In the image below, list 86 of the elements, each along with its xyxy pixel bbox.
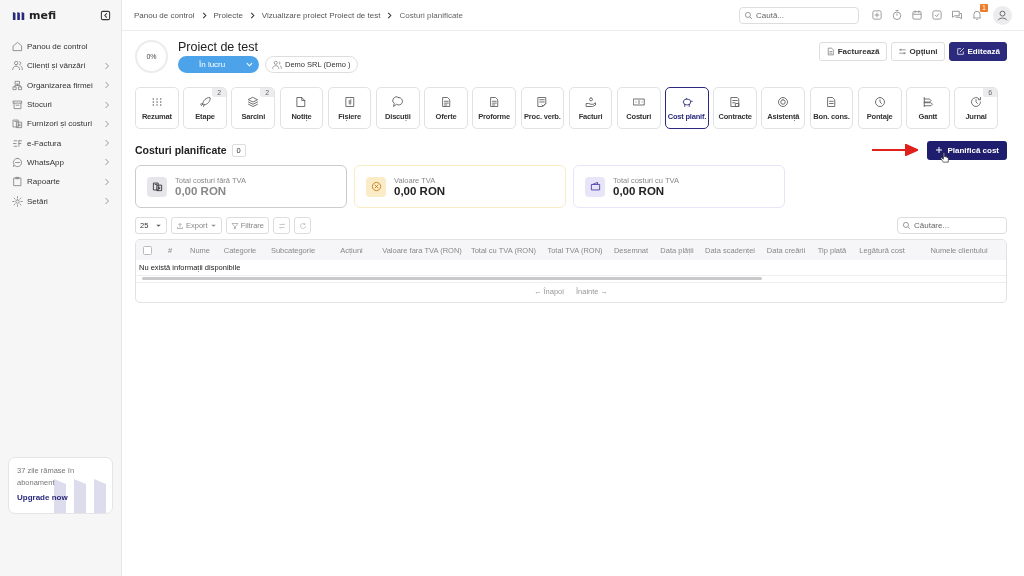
breadcrumb-item[interactable]: Vizualizare proiect Proiect de test: [261, 10, 381, 20]
document-icon: [488, 95, 501, 108]
paperclip-file-icon: [343, 95, 356, 108]
coins-icon: [151, 181, 163, 192]
sidebar-item[interactable]: Clienți și vânzări: [8, 56, 113, 76]
receipt-icon: [825, 95, 838, 108]
select-all-checkbox[interactable]: [142, 245, 152, 255]
sidebar-item[interactable]: Stocuri: [8, 94, 113, 115]
chat-icon[interactable]: [951, 9, 963, 21]
banknote-icon: [632, 95, 645, 108]
document-icon: [825, 47, 835, 56]
chevron-icon: [248, 11, 256, 19]
layers-icon: [247, 95, 260, 108]
people-icon: [12, 60, 23, 72]
rocket-icon: [199, 95, 212, 108]
hand-cursor-icon: [940, 151, 951, 164]
lifebuoy-icon: [777, 95, 790, 108]
filter-icon: [230, 221, 239, 230]
ef-icon: [12, 137, 23, 149]
clipboard-icon: [12, 176, 23, 188]
refresh-icon: [298, 221, 307, 230]
swap-icon: [277, 221, 286, 230]
caret-icon: [155, 222, 162, 229]
caret-icon: [209, 222, 217, 229]
stat-value: 0,00 RON: [394, 185, 446, 197]
edit-icon: [955, 47, 965, 56]
box-icon: [12, 99, 23, 111]
history-icon: [970, 95, 983, 108]
action-button[interactable]: Opțiuni: [890, 42, 945, 61]
sidebar-item[interactable]: e-Factura: [8, 133, 113, 153]
search-icon: [902, 221, 911, 230]
refresh-button[interactable]: [294, 217, 312, 234]
chevron-icon: [200, 11, 208, 19]
calendar-icon[interactable]: [911, 9, 923, 21]
breadcrumb-item[interactable]: Panou de control: [134, 10, 195, 20]
checklist-icon: [536, 95, 549, 108]
search-field[interactable]: Caută...: [739, 6, 859, 24]
plan-cost-button[interactable]: Planifică cost: [927, 140, 1007, 160]
chevron-down-icon: [246, 61, 253, 68]
chat-bubbles-icon: [391, 95, 404, 108]
stat-value: 0,00 RON: [613, 185, 666, 197]
upgrade-link[interactable]: Upgrade now: [17, 493, 104, 502]
collapse-icon[interactable]: [100, 9, 111, 21]
coins-icon: [12, 118, 23, 130]
logo-text: mefi: [29, 8, 57, 22]
sidebar-item[interactable]: Setări: [8, 191, 113, 211]
breadcrumb-item[interactable]: Proiecte: [213, 10, 243, 20]
contract-icon: [729, 95, 742, 108]
logo-icon: [12, 9, 26, 21]
wallet-icon: [589, 181, 601, 192]
action-button[interactable]: Facturează: [818, 42, 887, 61]
search-icon: [744, 10, 753, 20]
sidebar-item[interactable]: Furnizori și costuri: [8, 114, 113, 134]
stat-value: 0,00 RON: [175, 185, 228, 197]
clock-icon: [873, 95, 886, 108]
sidebar-item[interactable]: Organizarea firmei: [8, 75, 113, 95]
edit-button[interactable]: Editează: [948, 42, 1007, 61]
sliders-icon: [897, 47, 907, 56]
house-icon: [12, 41, 23, 53]
circle-x-icon: [370, 181, 382, 192]
hand-coin-icon: [584, 95, 597, 108]
sidebar-item[interactable]: Panou de control: [8, 37, 113, 57]
upload-icon: [176, 221, 184, 230]
checkbox-icon[interactable]: [931, 9, 943, 21]
add-icon[interactable]: [871, 9, 883, 21]
plus-icon: [935, 146, 944, 154]
timer-icon[interactable]: [891, 9, 903, 21]
annotation-arrow: [872, 144, 919, 156]
hierarchy-icon: [12, 79, 23, 91]
swap-button[interactable]: [273, 217, 291, 234]
chat-bubble-icon: [12, 156, 23, 168]
chevron-icon: [386, 11, 394, 19]
people-icon: [272, 59, 282, 70]
gantt-icon: [921, 95, 934, 108]
document-icon: [439, 95, 452, 108]
notification-icon[interactable]: [971, 9, 983, 21]
avatar-icon[interactable]: [993, 5, 1012, 25]
project-title: Proiect de test: [178, 40, 259, 54]
grid-icon: [150, 95, 163, 108]
sidebar-item[interactable]: WhatsApp: [8, 152, 113, 173]
piggy-bank-icon: [680, 95, 693, 108]
section-title: Costuri planificate: [135, 144, 227, 156]
sidebar-item[interactable]: Rapoarte: [8, 172, 113, 192]
table-search-field[interactable]: Căutare...: [897, 217, 1007, 234]
breadcrumb-item[interactable]: Costuri planificate: [399, 10, 464, 20]
note-icon: [295, 95, 308, 108]
